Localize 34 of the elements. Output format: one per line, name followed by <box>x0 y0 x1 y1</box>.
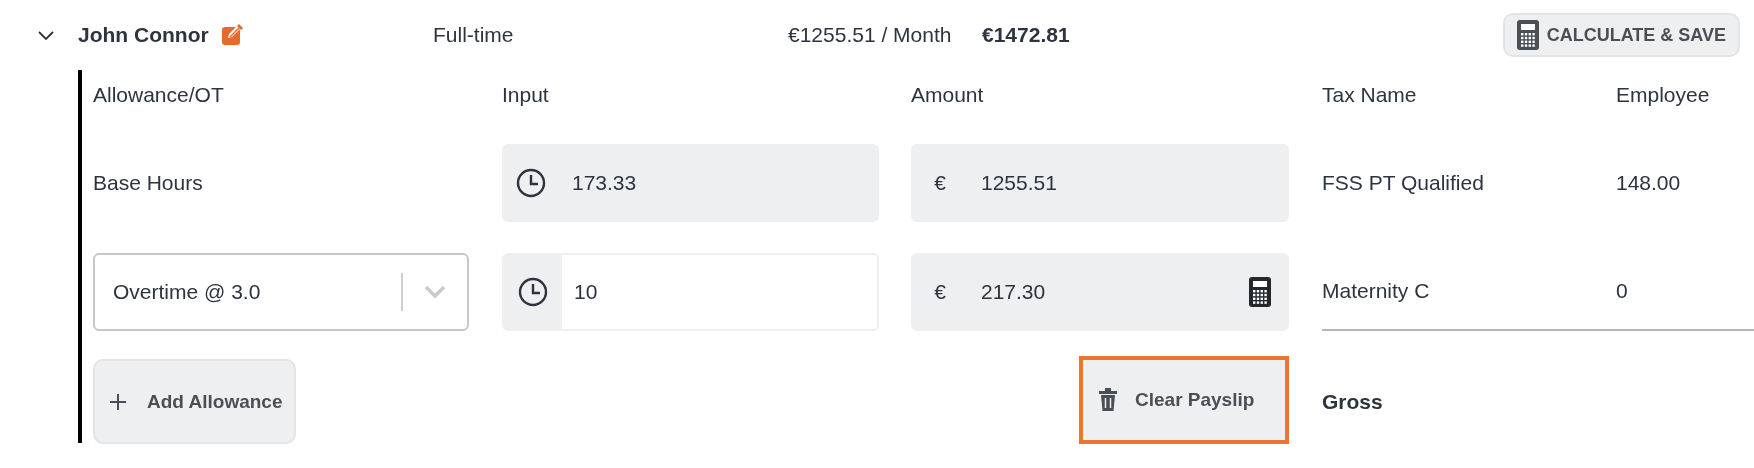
tax-employee-amount: 0 <box>1616 279 1628 303</box>
column-header: Employee <box>1616 82 1711 108</box>
caret-icon <box>424 285 446 299</box>
hours-input[interactable]: 173.33 <box>502 144 879 222</box>
column-header: Allowance/OT <box>93 82 225 108</box>
add-allowance-button[interactable]: Add Allowance <box>93 359 297 444</box>
amount-field[interactable]: € 217.30 <box>911 253 1289 331</box>
calculate-save-button[interactable]: CALCULATE & SAVE <box>1502 13 1740 57</box>
plus-icon <box>109 392 127 411</box>
tax-name: Maternity C <box>1322 279 1430 303</box>
tax-name: FSS PT Qualified <box>1322 171 1484 195</box>
base-pay: €1255.51 / Month <box>788 23 953 47</box>
amount-value: 1255.51 <box>981 171 1057 195</box>
column-header: Tax Name <box>1322 82 1418 108</box>
hours-input[interactable]: 10 <box>502 253 879 331</box>
employment-type: Full-time <box>433 23 515 47</box>
trash-icon <box>1099 388 1117 412</box>
clear-payslip-button[interactable]: Clear Payslip <box>1079 356 1289 444</box>
currency-symbol: € <box>934 280 946 304</box>
calculator-icon[interactable] <box>1249 277 1271 307</box>
edit-icon[interactable] <box>220 23 245 47</box>
amount-value: 217.30 <box>981 280 1046 304</box>
clock-icon <box>515 167 547 199</box>
currency-symbol: € <box>934 171 946 195</box>
clock-icon <box>517 276 549 308</box>
employee-name: John Connor <box>78 23 209 47</box>
allowance-dropdown[interactable]: Overtime @ 3.0 <box>93 253 469 331</box>
column-header: Input <box>502 82 550 108</box>
allowance-label: Base Hours <box>93 171 203 195</box>
tax-employee-amount: 148.00 <box>1616 171 1681 195</box>
gross-label: Gross <box>1322 389 1383 414</box>
calculator-icon <box>1516 20 1539 50</box>
column-header: Amount <box>911 82 985 108</box>
total-pay: €1472.81 <box>982 23 1071 47</box>
